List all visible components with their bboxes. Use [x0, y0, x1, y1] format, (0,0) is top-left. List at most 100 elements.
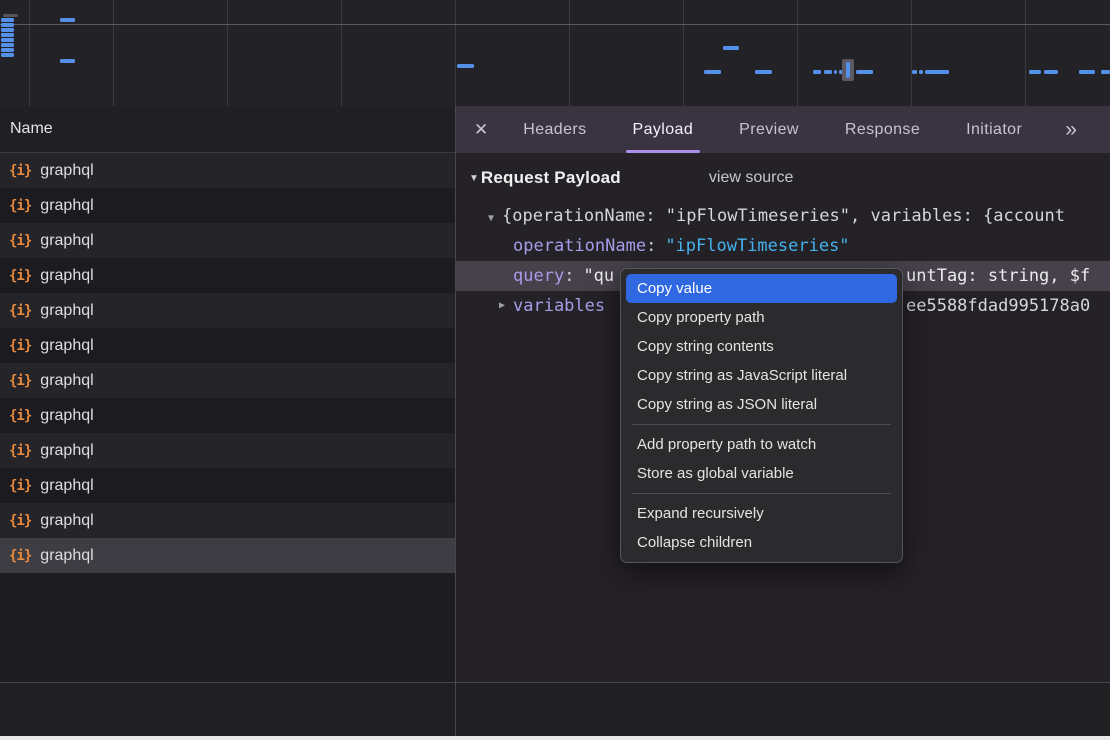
- request-name: graphql: [40, 372, 93, 390]
- summary-bar-left: [0, 682, 455, 736]
- expand-triangle-icon[interactable]: ▶: [499, 291, 505, 321]
- request-row[interactable]: {i} graphql: [0, 468, 455, 503]
- request-bar: [1, 43, 14, 47]
- request-row[interactable]: {i} graphql: [0, 258, 455, 293]
- close-icon[interactable]: ✕: [474, 120, 488, 140]
- request-bar: [925, 70, 949, 74]
- tab-response[interactable]: Response: [842, 106, 923, 153]
- property-value-string: "ipFlowTimeseries": [665, 236, 849, 256]
- request-name: graphql: [40, 162, 93, 180]
- request-name: graphql: [40, 407, 93, 425]
- object-preview-text: {operationName: "ipFlowTimeseries", vari…: [502, 206, 1065, 226]
- request-row[interactable]: {i} graphql: [0, 538, 455, 573]
- request-name: graphql: [40, 302, 93, 320]
- request-name: graphql: [40, 547, 93, 565]
- request-row[interactable]: {i} graphql: [0, 153, 455, 188]
- request-bar: [856, 70, 873, 74]
- request-bar: [1029, 70, 1041, 74]
- request-payload-section-header[interactable]: ▼ Request Payload view source: [469, 164, 793, 192]
- request-name: graphql: [40, 197, 93, 215]
- json-icon: {i}: [9, 478, 31, 494]
- request-bar: [1079, 70, 1095, 74]
- request-bar: [824, 70, 832, 74]
- request-bar: [1044, 70, 1058, 74]
- request-row[interactable]: {i} graphql: [0, 188, 455, 223]
- menu-separator: [632, 493, 891, 494]
- request-bar: [1, 53, 14, 57]
- menu-item-copy-property-path[interactable]: Copy property path: [621, 303, 902, 332]
- request-bar: [1, 38, 14, 42]
- tab-initiator[interactable]: Initiator: [963, 106, 1025, 153]
- selected-request-marker: [842, 59, 854, 81]
- menu-item-copy-string-as-json-literal[interactable]: Copy string as JSON literal: [621, 390, 902, 419]
- name-column-label: Name: [10, 120, 53, 138]
- request-name: graphql: [40, 267, 93, 285]
- request-table-panel: Name {i} graphql {i} graphql {i} graphql…: [0, 106, 456, 736]
- property-value-fragment-left: "qu: [583, 266, 614, 286]
- menu-item-copy-string-contents[interactable]: Copy string contents: [621, 332, 902, 361]
- request-row[interactable]: {i} graphql: [0, 328, 455, 363]
- key-value-separator: :: [646, 236, 656, 256]
- tab-preview[interactable]: Preview: [736, 106, 802, 153]
- json-icon: {i}: [9, 303, 31, 319]
- request-row[interactable]: {i} graphql: [0, 433, 455, 468]
- request-name: graphql: [40, 477, 93, 495]
- details-tab-bar: ✕ Headers Payload Preview Response Initiator…: [456, 106, 1110, 153]
- request-bar: [834, 70, 837, 74]
- menu-item-store-as-global-variable[interactable]: Store as global variable: [621, 459, 902, 488]
- name-column-header[interactable]: Name: [0, 106, 455, 153]
- request-bar: [457, 64, 474, 68]
- menu-item-collapse-children[interactable]: Collapse children: [621, 528, 902, 557]
- menu-separator: [632, 424, 891, 425]
- request-payload-title: Request Payload: [481, 168, 621, 188]
- view-source-link[interactable]: view source: [709, 169, 793, 187]
- request-name: graphql: [40, 442, 93, 460]
- menu-item-copy-value[interactable]: Copy value: [626, 274, 897, 303]
- request-name: graphql: [40, 512, 93, 530]
- tab-strip: Headers Payload Preview Response Initiator: [520, 106, 1065, 153]
- request-bar: [846, 62, 850, 78]
- request-bar: [60, 59, 75, 63]
- request-bar: [723, 46, 739, 50]
- property-value-fragment-right: untTag: string, $f: [906, 261, 1090, 291]
- more-tabs-icon[interactable]: »: [1065, 118, 1077, 142]
- request-list: {i} graphql {i} graphql {i} graphql {i} …: [0, 153, 455, 573]
- payload-row-root-preview[interactable]: ▼ {operationName: "ipFlowTimeseries", var…: [456, 202, 1110, 231]
- devtools-window: Name {i} graphql {i} graphql {i} graphql…: [0, 0, 1110, 740]
- key-value-separator: :: [564, 266, 574, 286]
- request-row[interactable]: {i} graphql: [0, 363, 455, 398]
- json-icon: {i}: [9, 233, 31, 249]
- request-row[interactable]: {i} graphql: [0, 503, 455, 538]
- request-row[interactable]: {i} graphql: [0, 293, 455, 328]
- menu-item-copy-string-as-javascript-literal[interactable]: Copy string as JavaScript literal: [621, 361, 902, 390]
- json-icon: {i}: [9, 373, 31, 389]
- request-bar: [60, 18, 75, 22]
- menu-item-expand-recursively[interactable]: Expand recursively: [621, 499, 902, 528]
- property-key: variables: [513, 296, 605, 316]
- property-key: query: [513, 266, 564, 286]
- collapse-triangle-icon[interactable]: ▼: [469, 173, 479, 184]
- json-icon: {i}: [9, 268, 31, 284]
- request-name: graphql: [40, 232, 93, 250]
- request-bar: [912, 70, 917, 74]
- json-icon: {i}: [9, 163, 31, 179]
- request-bar: [1, 23, 14, 27]
- request-bar: [1101, 70, 1110, 74]
- request-name: graphql: [40, 337, 93, 355]
- json-icon: {i}: [9, 548, 31, 564]
- property-preview-fragment-right: ee5588fdad995178a0: [906, 291, 1090, 321]
- request-list-empty-area: [0, 573, 455, 682]
- network-overview-timeline[interactable]: [0, 0, 1110, 106]
- collapse-triangle-icon[interactable]: ▼: [488, 204, 494, 233]
- menu-item-add-property-path-to-watch[interactable]: Add property path to watch: [621, 430, 902, 459]
- summary-bar-right: [456, 682, 1110, 736]
- request-row[interactable]: {i} graphql: [0, 223, 455, 258]
- request-bar: [1, 18, 14, 22]
- tab-payload[interactable]: Payload: [630, 106, 697, 153]
- window-bottom-edge: [0, 736, 1110, 740]
- request-row[interactable]: {i} graphql: [0, 398, 455, 433]
- tab-headers[interactable]: Headers: [520, 106, 589, 153]
- context-menu: Copy valueCopy property pathCopy string …: [620, 268, 903, 563]
- payload-row-operationname[interactable]: operationName:"ipFlowTimeseries": [456, 231, 1110, 261]
- request-bar: [813, 70, 821, 74]
